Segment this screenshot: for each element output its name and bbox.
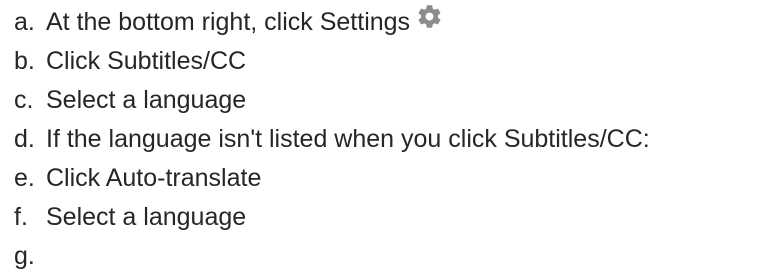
step-a: a. At the bottom right, click Settings xyxy=(14,3,650,42)
step-text: Click Auto-translate xyxy=(46,164,262,192)
step-g: g. xyxy=(14,237,650,276)
step-text: Select a language xyxy=(46,203,247,231)
step-b: b. Click Subtitles/CC xyxy=(14,42,650,81)
step-marker: e. xyxy=(14,164,35,192)
instruction-list: a. At the bottom right, click Settings b… xyxy=(14,3,650,276)
step-marker: g. xyxy=(14,242,35,270)
step-marker: c. xyxy=(14,86,34,114)
step-marker: a. xyxy=(14,8,35,36)
step-text: Select a language xyxy=(46,86,247,114)
step-text: Click Subtitles/CC xyxy=(46,47,247,75)
step-text: At the bottom right, click Settings xyxy=(46,8,411,36)
step-f: f. Select a language xyxy=(14,198,650,237)
step-text: If the language isn't listed when you cl… xyxy=(46,125,650,153)
step-marker: d. xyxy=(14,125,35,153)
step-e: e. Click Auto-translate xyxy=(14,159,650,198)
step-marker: f. xyxy=(14,203,28,231)
step-marker: b. xyxy=(14,47,35,75)
step-c: c. Select a language xyxy=(14,81,650,120)
step-d: d. If the language isn't listed when you… xyxy=(14,120,650,159)
gear-icon xyxy=(416,3,443,30)
